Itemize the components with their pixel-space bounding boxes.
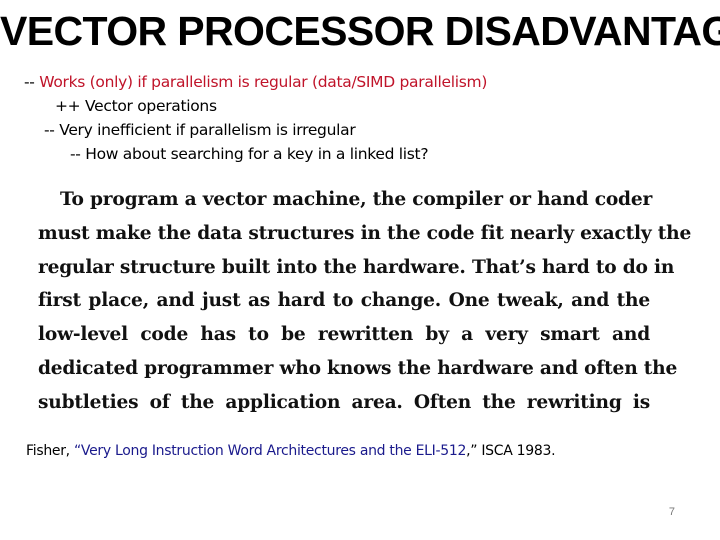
- quote-line: dedicated programmer who knows the hardw…: [38, 357, 678, 379]
- slide-title: VECTOR PROCESSOR DISADVANTAGES: [0, 8, 720, 54]
- quote-line: must make the data structures in the cod…: [38, 222, 692, 244]
- quote-line: To program a vector machine, the compile…: [60, 189, 653, 210]
- bullet-item: -- Very inefficient if parallelism is ir…: [0, 118, 720, 142]
- citation-venue: ,” ISCA 1983.: [466, 443, 556, 459]
- bullet-list: -- Works (only) if parallelism is regula…: [0, 70, 720, 166]
- bullet-text: Vector operations: [85, 97, 217, 115]
- bullet-item: ++ Vector operations: [0, 94, 720, 118]
- bullet-item: -- How about searching for a key in a li…: [0, 142, 720, 166]
- quoted-passage: To program a vector machine, the compile…: [38, 183, 692, 420]
- citation-title: “Very Long Instruction Word Architecture…: [73, 443, 467, 459]
- bullet-marker: --: [70, 145, 86, 163]
- bullet-item: -- Works (only) if parallelism is regula…: [0, 70, 720, 94]
- bullet-marker: ++: [55, 97, 86, 115]
- bullet-marker: --: [24, 73, 40, 91]
- quote-line: low-level code has to be rewritten by a …: [38, 324, 650, 346]
- citation-author: Fisher,: [26, 443, 74, 459]
- quote-line: first place, and just as hard to change.…: [38, 290, 650, 312]
- slide-number: 7: [668, 506, 675, 518]
- quote-line: regular structure built into the hardwar…: [38, 256, 675, 278]
- bullet-text: Very inefficient if parallelism is irreg…: [59, 121, 356, 139]
- quote-line: subtleties of the application area. Ofte…: [38, 391, 650, 413]
- bullet-text: How about searching for a key in a linke…: [85, 145, 429, 163]
- bullet-marker: --: [44, 121, 60, 139]
- citation: Fisher, “Very Long Instruction Word Arch…: [26, 441, 556, 461]
- bullet-text-highlight: Works (only) if parallelism is regular (…: [39, 73, 488, 91]
